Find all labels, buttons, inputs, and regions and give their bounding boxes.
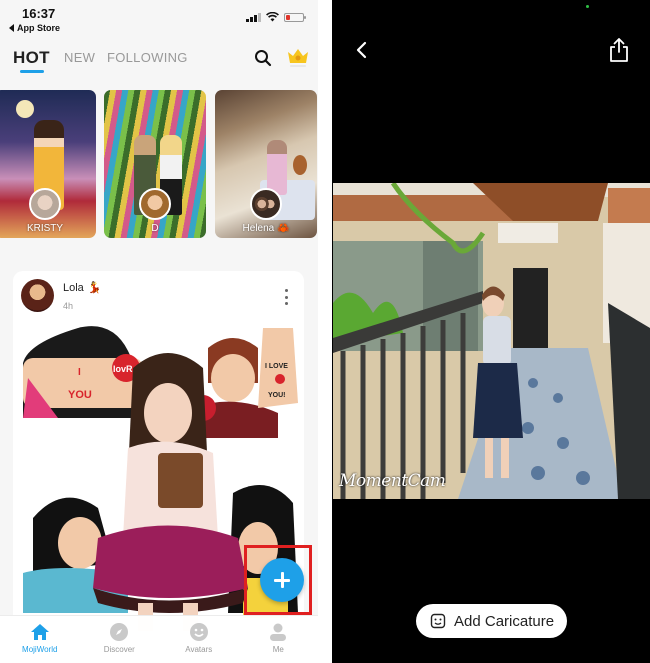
hot-card-name: D (151, 223, 159, 234)
hot-card[interactable]: D (104, 90, 206, 238)
create-post-button[interactable] (260, 558, 304, 602)
bottom-tab-label: MojiWorld (22, 645, 58, 654)
battery-icon (284, 12, 306, 22)
hot-card-name: Helena 🦀 (242, 223, 290, 234)
chevron-left-icon[interactable] (354, 40, 368, 60)
svg-text:I LOVE: I LOVE (265, 363, 288, 370)
person-icon (270, 623, 287, 641)
signal-icon (246, 12, 261, 22)
user-avatar (250, 188, 282, 220)
user-badge-icon: 💃 (87, 282, 102, 294)
back-app-label: App Store (17, 23, 61, 33)
bottom-tab-label: Me (272, 645, 284, 654)
svg-text:YOU: YOU (68, 389, 92, 401)
add-caricature-label: Add Caricature (454, 612, 555, 630)
svg-text:lovR: lovR (113, 364, 133, 374)
status-icons (246, 12, 306, 22)
user-avatar (139, 188, 171, 220)
back-to-app-store-link[interactable]: App Store (9, 23, 60, 33)
search-icon[interactable] (254, 49, 272, 67)
compass-icon (110, 623, 129, 641)
hot-carousel: KRISTY D Helena 🦀 (0, 90, 318, 238)
momentcam-watermark: MomentCam (339, 471, 446, 491)
post-username-text: Lola (63, 282, 84, 294)
bottom-tab-avatars[interactable]: Avatars (159, 616, 239, 663)
status-time: 16:37 (22, 6, 56, 21)
top-tabs: HOT NEW FOLLOWING (0, 44, 318, 80)
hot-card-name: KRISTY (26, 223, 64, 234)
user-avatar (29, 188, 61, 220)
more-vertical-icon[interactable] (284, 289, 288, 305)
balcony-photo (333, 183, 650, 499)
bottom-tab-label: Avatars (185, 645, 213, 654)
bottom-tab-mojiworld[interactable]: MojiWorld (0, 616, 80, 663)
post-username[interactable]: Lola 💃 (63, 281, 102, 294)
post-timestamp: 4h (63, 301, 74, 311)
screenshot-root: 16:37 App Store HOT NEW FOLLOWING KRISTY… (0, 0, 650, 663)
preview-photo: MomentCam (333, 183, 650, 499)
add-caricature-button[interactable]: Add Caricature (416, 604, 567, 638)
back-triangle-icon (9, 24, 14, 32)
svg-text:YOU!: YOU! (268, 392, 286, 399)
share-icon[interactable] (608, 37, 630, 63)
active-tab-indicator (20, 70, 44, 73)
tab-following[interactable]: FOLLOWING (107, 50, 188, 65)
screen-divider (318, 0, 332, 663)
wifi-icon (266, 12, 279, 22)
home-icon (30, 624, 49, 640)
hot-card[interactable]: Helena 🦀 (215, 90, 317, 238)
photo-preview-screen: MomentCam Add Caricature (332, 0, 650, 663)
moji-world-screen: 16:37 App Store HOT NEW FOLLOWING KRISTY… (0, 0, 318, 663)
crown-icon[interactable] (286, 46, 310, 68)
svg-text:I: I (78, 367, 81, 378)
status-bar: 16:37 App Store (0, 0, 318, 38)
bottom-tab-label: Discover (103, 645, 135, 654)
post-user-avatar[interactable] (21, 279, 54, 312)
bottom-tab-discover[interactable]: Discover (80, 616, 160, 663)
caricature-face-icon (430, 613, 446, 629)
camera-indicator-dot (586, 5, 589, 8)
plus-icon-bar (274, 578, 290, 582)
tab-new[interactable]: NEW (64, 50, 95, 65)
bottom-tab-me[interactable]: Me (239, 616, 319, 663)
smiley-icon (189, 623, 208, 641)
bottom-tab-bar: MojiWorld Discover Avatars Me (0, 615, 318, 663)
tab-hot[interactable]: HOT (13, 48, 50, 68)
hot-card[interactable]: KRISTY (0, 90, 96, 238)
